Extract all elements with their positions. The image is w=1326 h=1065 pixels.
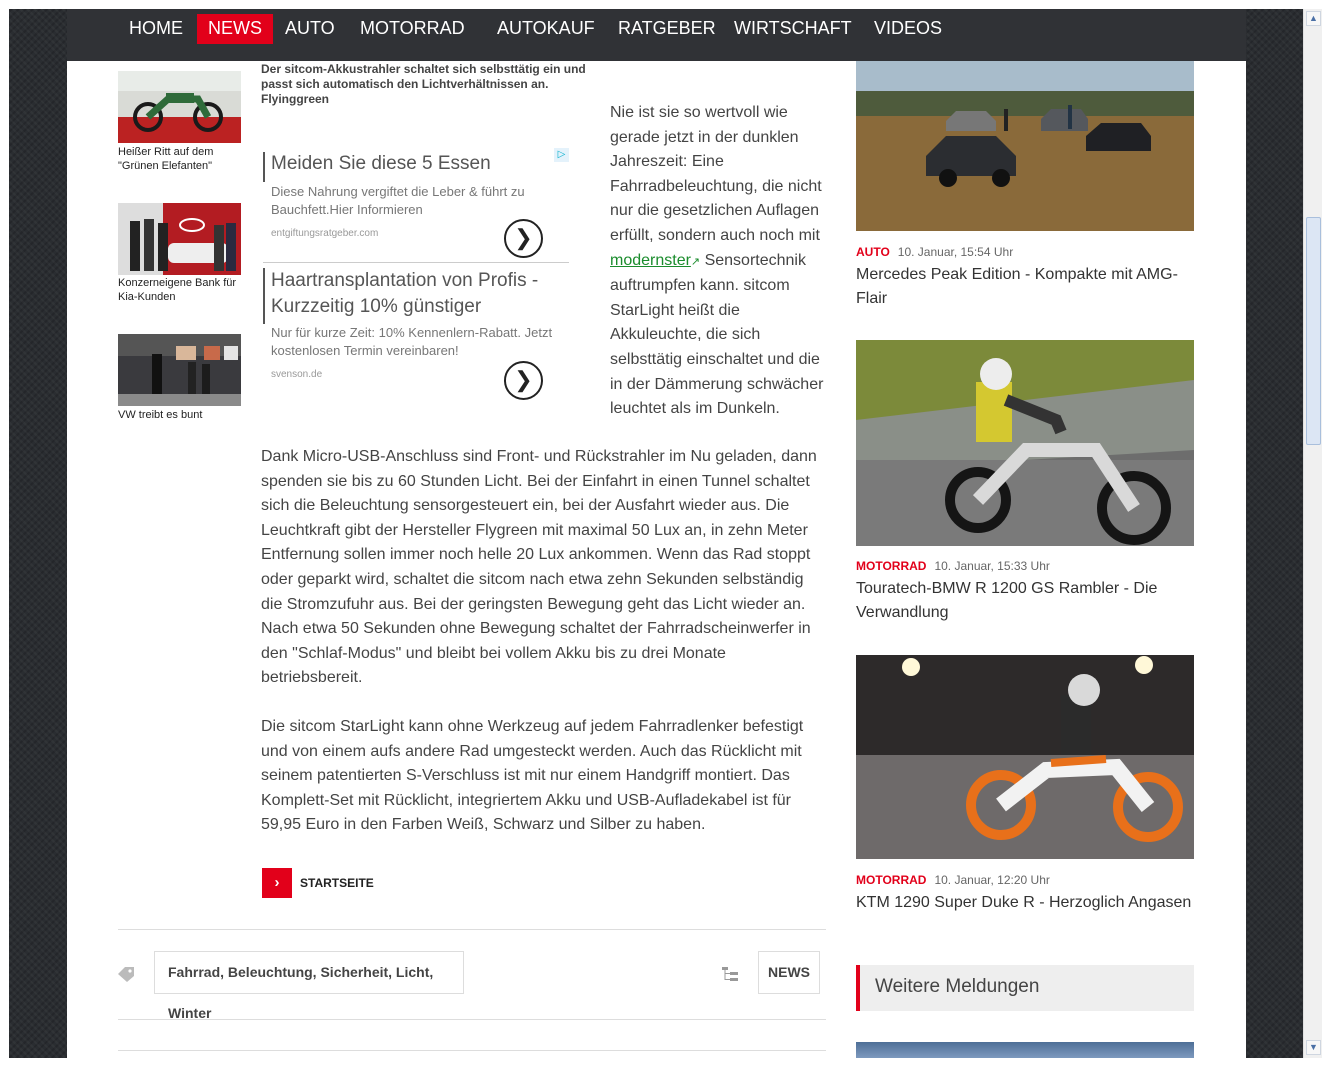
- sidebar-next-image[interactable]: [856, 1042, 1194, 1058]
- scroll-down-arrow-icon[interactable]: ▼: [1306, 1040, 1321, 1055]
- related-thumb-motorcycle[interactable]: [118, 71, 241, 143]
- divider-middle: [118, 1019, 826, 1020]
- article-intro-text-1: Nie ist sie so wertvoll wie gerade jetzt…: [610, 104, 822, 244]
- sidebar-news-image-bmw[interactable]: [856, 340, 1194, 546]
- ad-2-bar: [263, 268, 265, 324]
- modernster-link[interactable]: modernster: [610, 252, 691, 269]
- sidebar-news-3-category[interactable]: MOTORRAD: [856, 873, 926, 887]
- nav-item-ratgeber[interactable]: RATGEBER: [607, 14, 727, 44]
- related-caption-3[interactable]: VW treibt es bunt: [118, 408, 248, 422]
- ad-1-title[interactable]: Meiden Sie diese 5 Essen: [271, 151, 561, 177]
- divider-bottom: [118, 1050, 826, 1051]
- related-caption-2[interactable]: Konzerneigene Bank für Kia-Kunden: [118, 276, 248, 304]
- tags-list[interactable]: Fahrrad, Beleuchtung, Sicherheit, Licht,…: [154, 951, 464, 1021]
- sidebar-news-1-category[interactable]: AUTO: [856, 245, 890, 259]
- sidebar-news-image-ktm[interactable]: [856, 655, 1194, 859]
- startseite-arrow-icon[interactable]: ›: [262, 868, 292, 898]
- ad-1-text[interactable]: Diese Nahrung vergiftet die Leber & führ…: [271, 183, 551, 219]
- nav-item-autokauf[interactable]: AUTOKAUF: [486, 14, 606, 44]
- article-intro: Nie ist sie so wertvoll wie gerade jetzt…: [610, 101, 828, 422]
- nav-item-home[interactable]: HOME: [118, 14, 194, 44]
- window-left-edge: [0, 0, 9, 1065]
- ad-2-url[interactable]: svenson.de: [271, 369, 322, 380]
- ad-2-title[interactable]: Haartransplantation von Profis - Kurzzei…: [271, 268, 566, 320]
- window-bottom-edge: [0, 1058, 1326, 1065]
- nav-item-news[interactable]: NEWS: [197, 14, 273, 44]
- sidebar-news-1-title[interactable]: Mercedes Peak Edition - Kompakte mit AMG…: [856, 263, 1196, 310]
- scroll-up-arrow-icon[interactable]: ▲: [1306, 11, 1321, 26]
- sidebar-news-3-meta: MOTORRAD 10. Januar, 12:20 Uhr: [856, 873, 1050, 887]
- article-intro-text-2: Sensortechnik auftrumpfen kann. sitcom S…: [610, 251, 824, 418]
- sidebar-news-1-date: 10. Januar, 15:54 Uhr: [897, 245, 1014, 259]
- category-badge[interactable]: NEWS: [758, 951, 820, 994]
- related-thumb-kia[interactable]: [118, 203, 241, 275]
- nav-item-auto[interactable]: AUTO: [274, 14, 346, 44]
- divider-top: [118, 929, 826, 930]
- window-right-edge: [1322, 0, 1326, 1065]
- sidebar-news-1-meta: AUTO 10. Januar, 15:54 Uhr: [856, 245, 1013, 259]
- article-paragraph-1: Dank Micro-USB-Anschluss sind Front- und…: [261, 448, 817, 687]
- tag-icon: [117, 966, 135, 982]
- ad-1-arrow-button[interactable]: ❯: [504, 219, 543, 258]
- sidebar-news-3-title[interactable]: KTM 1290 Super Duke R - Herzoglich Angas…: [856, 891, 1196, 915]
- article-paragraph-2: Die sitcom StarLight kann ohne Werkzeug …: [261, 718, 804, 834]
- ad-2-text[interactable]: Nur für kurze Zeit: 10% Kennenlern-Rabat…: [271, 324, 569, 360]
- image-caption: Der sitcom-Akkustrahler schaltet sich se…: [261, 62, 586, 106]
- vertical-scrollbar[interactable]: ▲ ▼: [1303, 9, 1322, 1058]
- ad-2-arrow-button[interactable]: ❯: [504, 361, 543, 400]
- sidebar-news-3-date: 10. Januar, 12:20 Uhr: [934, 873, 1050, 887]
- sidebar-news-2-meta: MOTORRAD 10. Januar, 15:33 Uhr: [856, 559, 1050, 573]
- category-tree-icon: [721, 966, 739, 982]
- startseite-link[interactable]: STARTSEITE: [300, 876, 374, 890]
- nav-item-wirtschaft[interactable]: WIRTSCHAFT: [723, 14, 863, 44]
- external-link-icon: ↗: [690, 255, 701, 268]
- sidebar-news-image-mercedes[interactable]: [856, 61, 1194, 231]
- nav-item-motorrad[interactable]: MOTORRAD: [349, 14, 476, 44]
- window-top-edge: [0, 0, 1326, 9]
- sidebar-news-2-date: 10. Januar, 15:33 Uhr: [934, 559, 1050, 573]
- ad-1-url[interactable]: entgiftungsratgeber.com: [271, 228, 378, 239]
- sidebar-news-2-title[interactable]: Touratech-BMW R 1200 GS Rambler - Die Ve…: [856, 577, 1196, 624]
- sidebar-news-2-category[interactable]: MOTORRAD: [856, 559, 926, 573]
- ad-1-bar: [263, 152, 265, 182]
- ad-separator: [263, 262, 569, 263]
- scrollbar-thumb[interactable]: [1306, 217, 1321, 445]
- related-caption-1[interactable]: Heißer Ritt auf dem "Grünen Elefanten": [118, 145, 248, 173]
- related-thumb-vw[interactable]: [118, 334, 241, 406]
- nav-item-videos[interactable]: VIDEOS: [863, 14, 953, 44]
- weitere-meldungen-heading: Weitere Meldungen: [856, 965, 1194, 1011]
